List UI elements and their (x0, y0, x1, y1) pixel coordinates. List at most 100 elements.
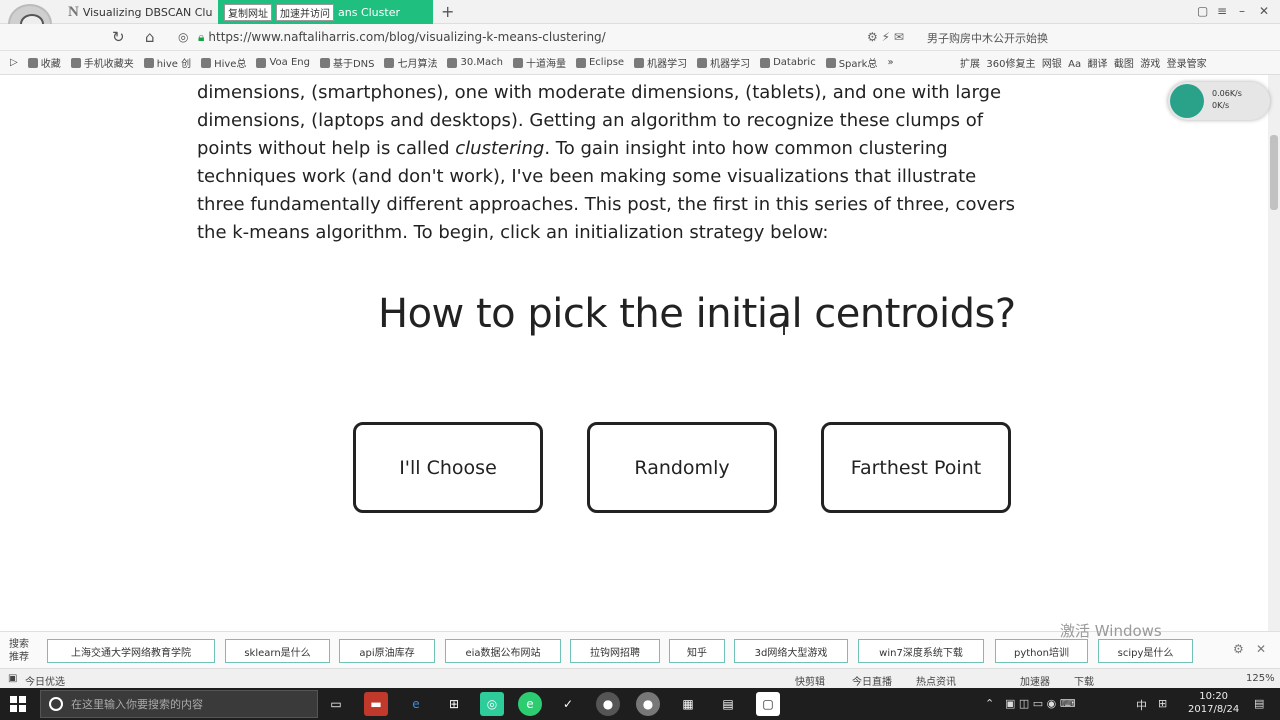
bookmark-item[interactable]: hive 创 (143, 55, 191, 70)
browser-window: N Visualizing DBSCAN Cluste 复制网址 加速并访问 a… (0, 0, 1280, 720)
toolbar-item[interactable]: 网银 (1042, 59, 1062, 70)
ime-indicator[interactable]: 中 (1136, 697, 1147, 713)
toolbar-item[interactable]: Aa (1068, 59, 1081, 70)
tray-expand-icon[interactable]: ⌃ (985, 697, 994, 710)
skin-icon[interactable]: ▢ (1197, 4, 1208, 18)
tray-icons[interactable]: ▣ ◫ ▭ ◉ ⌨ (1005, 697, 1076, 710)
bookmark-item[interactable]: Hive总 (201, 55, 246, 70)
app-icon[interactable]: ✓ (556, 692, 580, 716)
hot-search-item[interactable]: 拉钩网招聘 (570, 639, 660, 663)
app-icon[interactable]: ▬ (364, 692, 388, 716)
accelerate-chip[interactable]: 加速并访问 (276, 3, 334, 21)
menu-icon[interactable]: ≡ (1217, 4, 1227, 18)
ime-mode-icon[interactable]: ⊞ (1158, 697, 1167, 710)
extension-icons[interactable]: ⚙ ⚡ ✉ (867, 30, 904, 44)
hot-search-item[interactable]: 3d网络大型游戏 (734, 639, 848, 663)
store-icon[interactable]: ⊞ (442, 692, 466, 716)
hot-search-item[interactable]: eia数据公布网站 (445, 639, 561, 663)
bookmark-item[interactable]: Eclipse (575, 57, 624, 68)
bookmark-item[interactable]: 30.Mach (447, 57, 503, 68)
cortana-icon (49, 697, 63, 711)
taskbar-clock[interactable]: 10:20 2017/8/24 (1188, 690, 1239, 716)
bookmark-item[interactable]: Spark总 (825, 55, 877, 70)
zoom-level[interactable]: 125% (1246, 673, 1275, 684)
home-icon[interactable]: ⌂ (145, 28, 155, 46)
address-bar: ↻ ⌂ ◎ 🔒︎ https://www.naftaliharris.com/bl… (0, 24, 1280, 51)
new-tab-button[interactable]: + (441, 2, 454, 21)
text-line: points without help is called clustering… (197, 138, 948, 159)
bookmark-item[interactable]: 七月算法 (384, 55, 437, 70)
close-icon[interactable]: ✕ (1259, 4, 1269, 18)
hot-search-item[interactable]: 上海交通大学网络教育学院 (47, 639, 215, 663)
bookmark-item[interactable]: Databric (760, 57, 816, 68)
scrollbar-thumb[interactable] (1270, 135, 1278, 210)
bookmark-item[interactable]: 手机收藏夹 (70, 55, 134, 70)
site-favicon-icon: N (68, 3, 79, 20)
bookmark-item[interactable]: 机器学习 (697, 55, 750, 70)
app-icon[interactable]: ▦ (676, 692, 700, 716)
tab-dbscan[interactable]: N Visualizing DBSCAN Cluste (68, 0, 213, 24)
bookmark-item[interactable]: 基于DNS (319, 55, 374, 70)
status-home-icon[interactable]: ▣ (8, 673, 17, 684)
tab-title: ans Cluster (338, 5, 400, 19)
bookmarks-more-icon[interactable]: » (887, 57, 893, 68)
active-app-icon[interactable]: ▢ (756, 692, 780, 716)
edge-icon[interactable]: e (404, 692, 428, 716)
url-field[interactable]: 🔒︎ https://www.naftaliharris.com/blog/vis… (198, 30, 606, 45)
tab-kmeans[interactable]: 复制网址 加速并访问 ans Cluster (218, 0, 433, 24)
app-icon[interactable]: ◎ (480, 692, 504, 716)
bookmark-item[interactable]: 收藏 (27, 55, 61, 70)
bookmark-item[interactable]: 机器学习 (634, 55, 687, 70)
hot-search-item[interactable]: api原油库存 (339, 639, 435, 663)
text-line: three fundamentally different approaches… (197, 194, 1015, 215)
windows-start-icon[interactable] (10, 696, 26, 712)
hot-search-item[interactable]: win7深度系统下载 (858, 639, 984, 663)
tab-bar: N Visualizing DBSCAN Cluste 复制网址 加速并访问 a… (0, 0, 1280, 24)
text-line: dimensions, (smartphones), one with mode… (197, 82, 1002, 103)
taskbar-search-input[interactable]: 在这里输入你要搜索的内容 (40, 690, 318, 718)
status-item[interactable]: 下载 (1074, 673, 1094, 688)
bookmark-item[interactable]: 十道海量 (512, 55, 566, 70)
toolbar-item[interactable]: 游戏 (1140, 59, 1160, 70)
bookmark-item[interactable]: Voa Eng (256, 57, 310, 68)
vertical-scrollbar[interactable] (1268, 75, 1280, 631)
network-speed-widget[interactable]: 0.06K/s 0K/s (1168, 82, 1270, 120)
article-paragraph: dimensions, (smartphones), one with mode… (197, 79, 1017, 247)
status-item[interactable]: 热点资讯 (916, 673, 956, 688)
toolbar-item[interactable]: 360修复主 (986, 59, 1035, 70)
toolbar-item[interactable]: 登录管家 (1167, 59, 1207, 70)
refresh-icon[interactable]: ↻ (112, 28, 125, 46)
app-icon[interactable]: ● (636, 692, 660, 716)
toolbar-item[interactable]: 扩展 (960, 59, 980, 70)
text-line: the k-means algorithm. To begin, click a… (197, 222, 829, 243)
text-line: techniques work (and don't work), I've b… (197, 166, 977, 187)
ill-choose-button[interactable]: I'll Choose (353, 422, 543, 513)
status-item[interactable]: 今日直播 (852, 673, 892, 688)
hot-search-item[interactable]: 知乎 (669, 639, 725, 663)
hot-search-item[interactable]: python培训 (995, 639, 1088, 663)
page-info-icon[interactable]: ◎ (178, 30, 188, 44)
download-speed: 0K/s (1212, 101, 1230, 110)
hot-search-item[interactable]: sklearn是什么 (225, 639, 330, 663)
browser-360-icon[interactable]: e (518, 692, 542, 716)
daily-picks-link[interactable]: 今日优选 (25, 673, 65, 688)
randomly-button[interactable]: Randomly (587, 422, 777, 513)
minimize-icon[interactable]: – (1239, 4, 1245, 18)
hot-search-item[interactable]: scipy是什么 (1098, 639, 1193, 663)
address-search-hint[interactable]: 男子购房中木公开示始换 (927, 30, 1048, 46)
toolbar-item[interactable]: 截图 (1114, 59, 1134, 70)
status-item[interactable]: 加速器 (1020, 673, 1050, 688)
toolbar-item[interactable]: 翻译 (1088, 59, 1108, 70)
app-icon[interactable]: ● (596, 692, 620, 716)
settings-icon[interactable]: ⚙ (1233, 642, 1244, 656)
app-icon[interactable]: ▤ (716, 692, 740, 716)
tab-title: Visualizing DBSCAN Cluste (82, 5, 213, 19)
copy-url-chip[interactable]: 复制网址 (224, 3, 272, 21)
farthest-point-button[interactable]: Farthest Point (821, 422, 1011, 513)
task-view-icon[interactable]: ▭ (324, 692, 348, 716)
bookmarks-toggle-icon[interactable]: ▷ (10, 57, 18, 68)
toolbar-right: 扩展 360修复主 网银 Aa 翻译 截图 游戏 登录管家 (960, 55, 1207, 70)
status-item[interactable]: 快剪辑 (795, 673, 825, 688)
close-icon[interactable]: ✕ (1256, 642, 1266, 656)
notification-icon[interactable]: ▤ (1254, 697, 1264, 710)
